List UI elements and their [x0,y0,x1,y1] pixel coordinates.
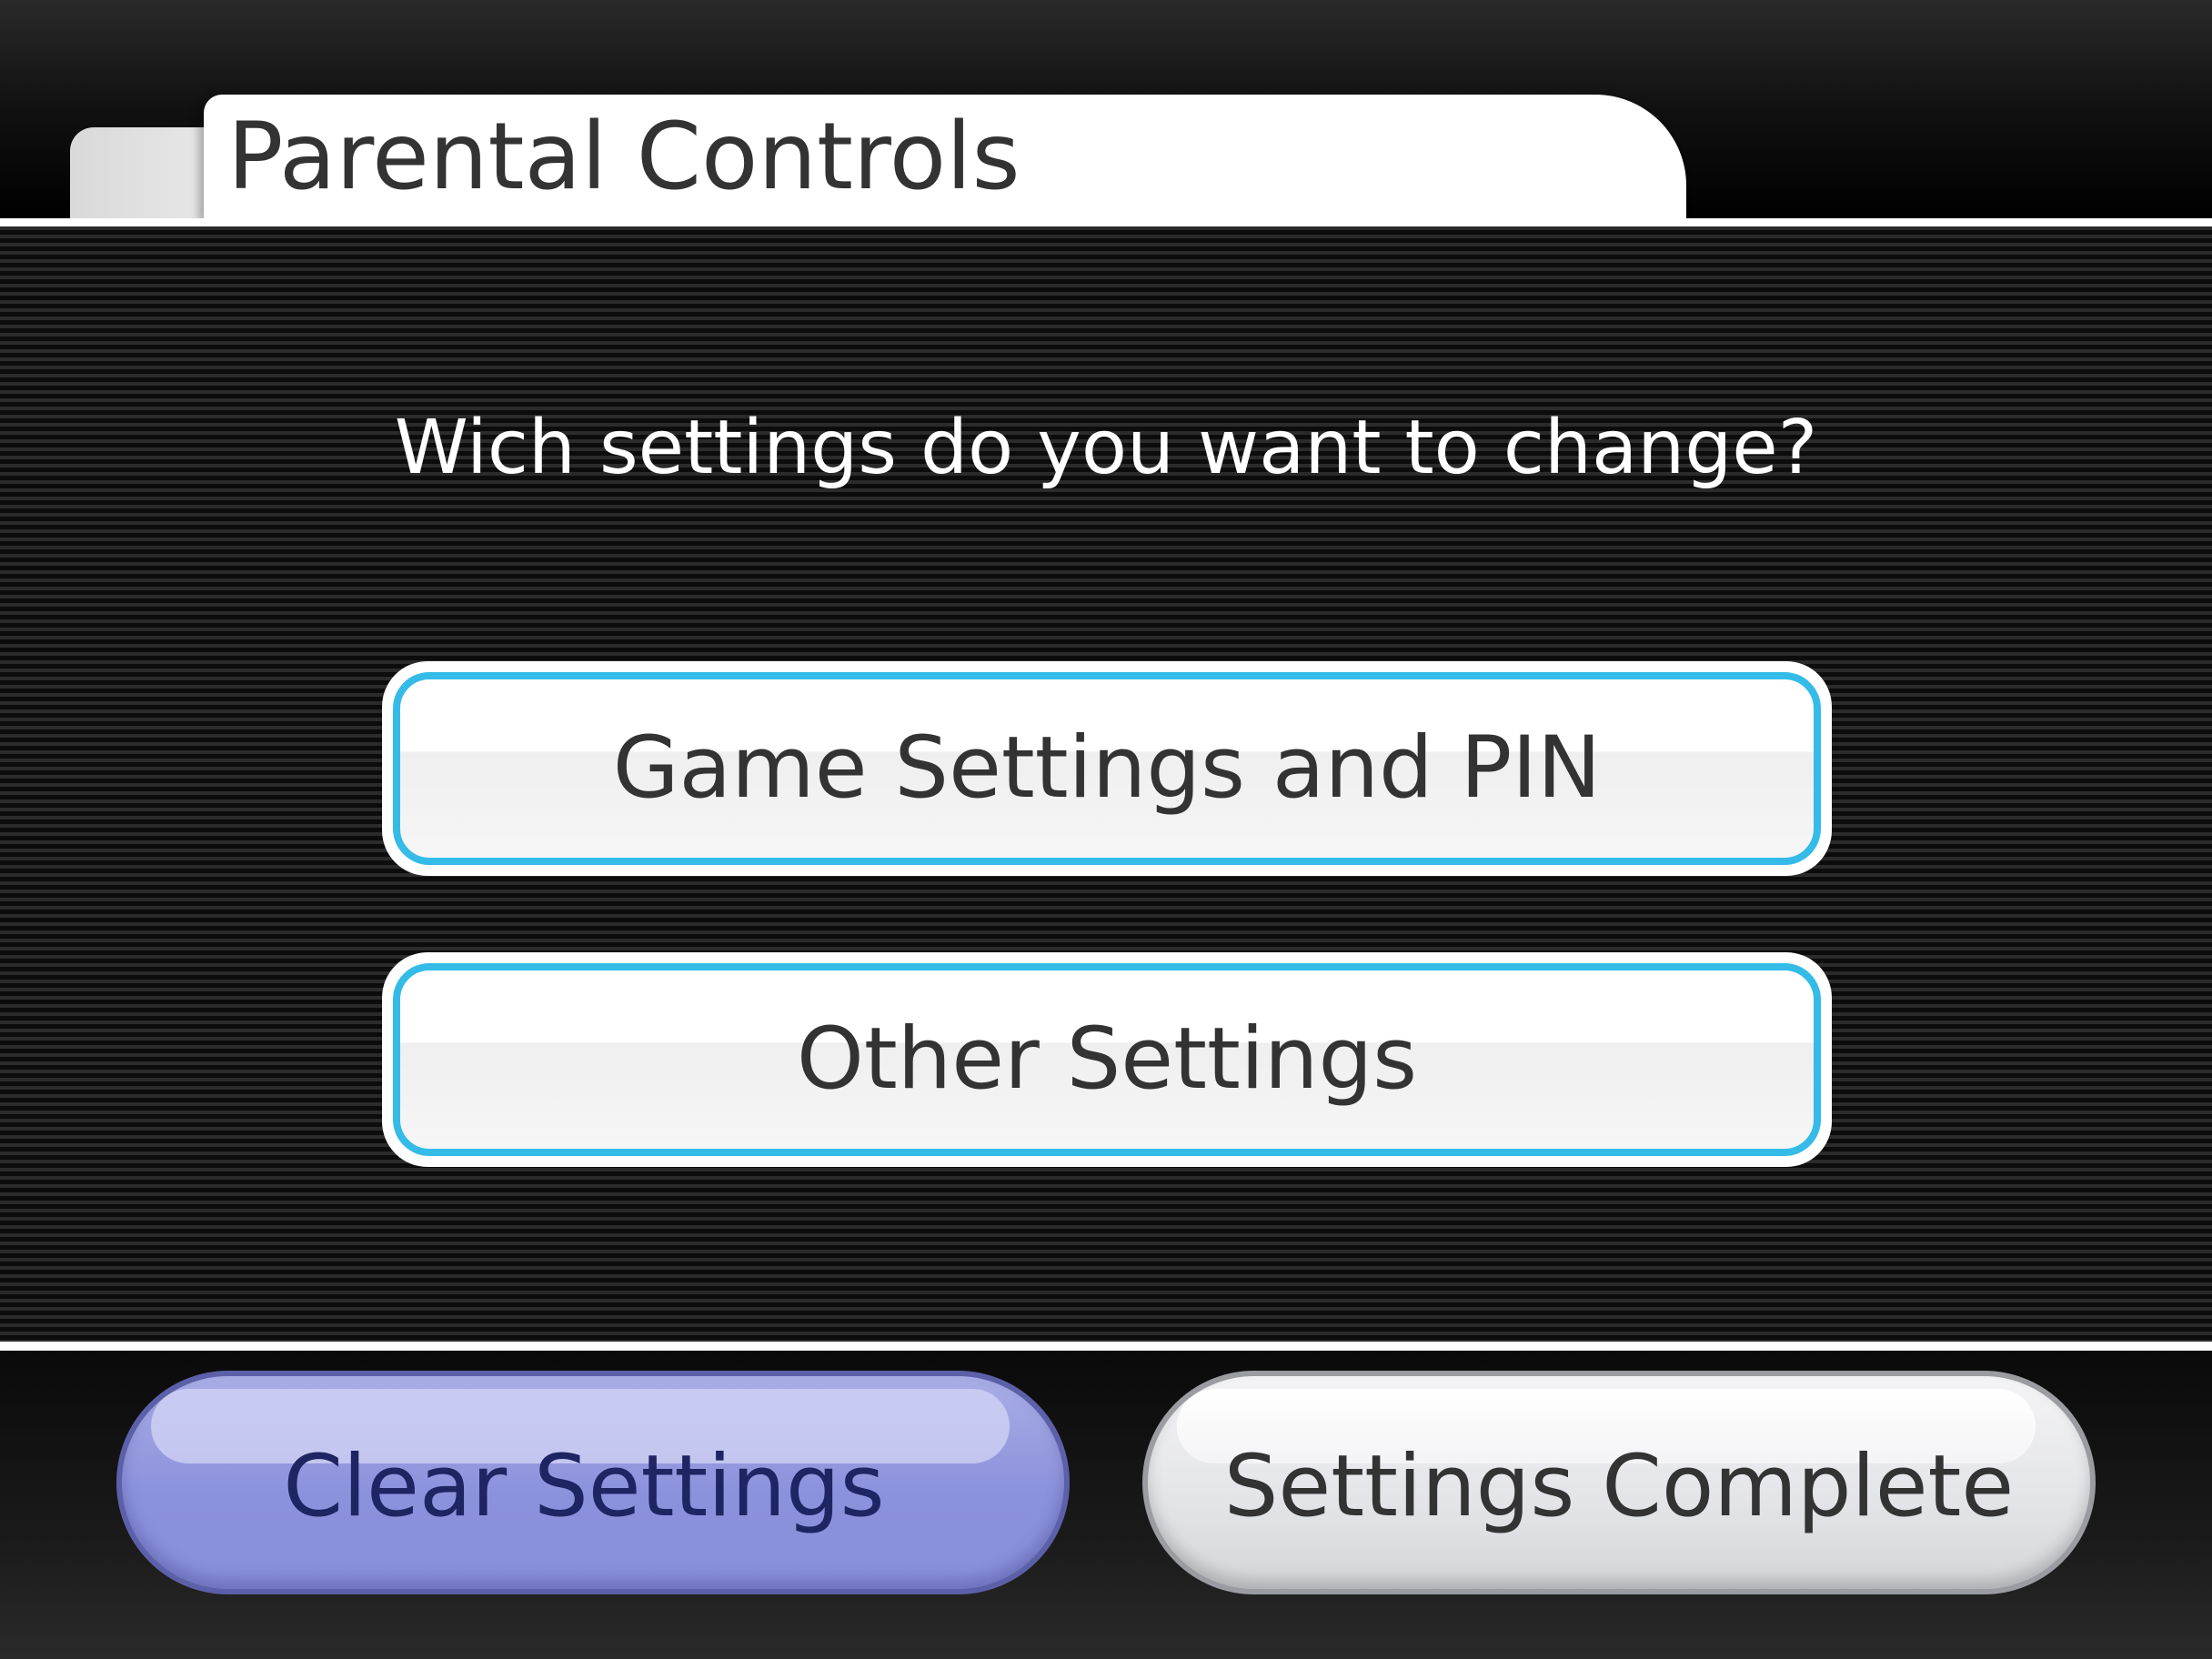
parental-controls-screen: Parental Controls Wich settings do you w… [0,0,2212,1659]
header-divider [0,218,2212,226]
clear-settings-label: Clear Settings [283,1436,885,1536]
other-settings-button[interactable]: Other Settings [382,952,1832,1167]
clear-settings-button[interactable]: Clear Settings [116,1371,1070,1594]
page-title: Parental Controls [227,103,1021,211]
game-settings-and-pin-button-face: Game Settings and PIN [393,672,1821,865]
game-settings-and-pin-button[interactable]: Game Settings and PIN [382,661,1832,876]
title-tab: Parental Controls [204,95,1686,222]
other-settings-label: Other Settings [796,1009,1418,1109]
settings-complete-label: Settings Complete [1223,1436,2015,1536]
main-panel: Wich settings do you want to change? Gam… [0,226,2212,1342]
footer-divider [0,1342,2212,1351]
question-text: Wich settings do you want to change? [394,405,1818,491]
other-settings-button-face: Other Settings [393,963,1821,1156]
footer: Clear Settings Settings Complete [0,1351,2212,1659]
game-settings-and-pin-label: Game Settings and PIN [612,718,1602,818]
settings-complete-button[interactable]: Settings Complete [1142,1371,2096,1594]
header: Parental Controls [0,0,2212,222]
